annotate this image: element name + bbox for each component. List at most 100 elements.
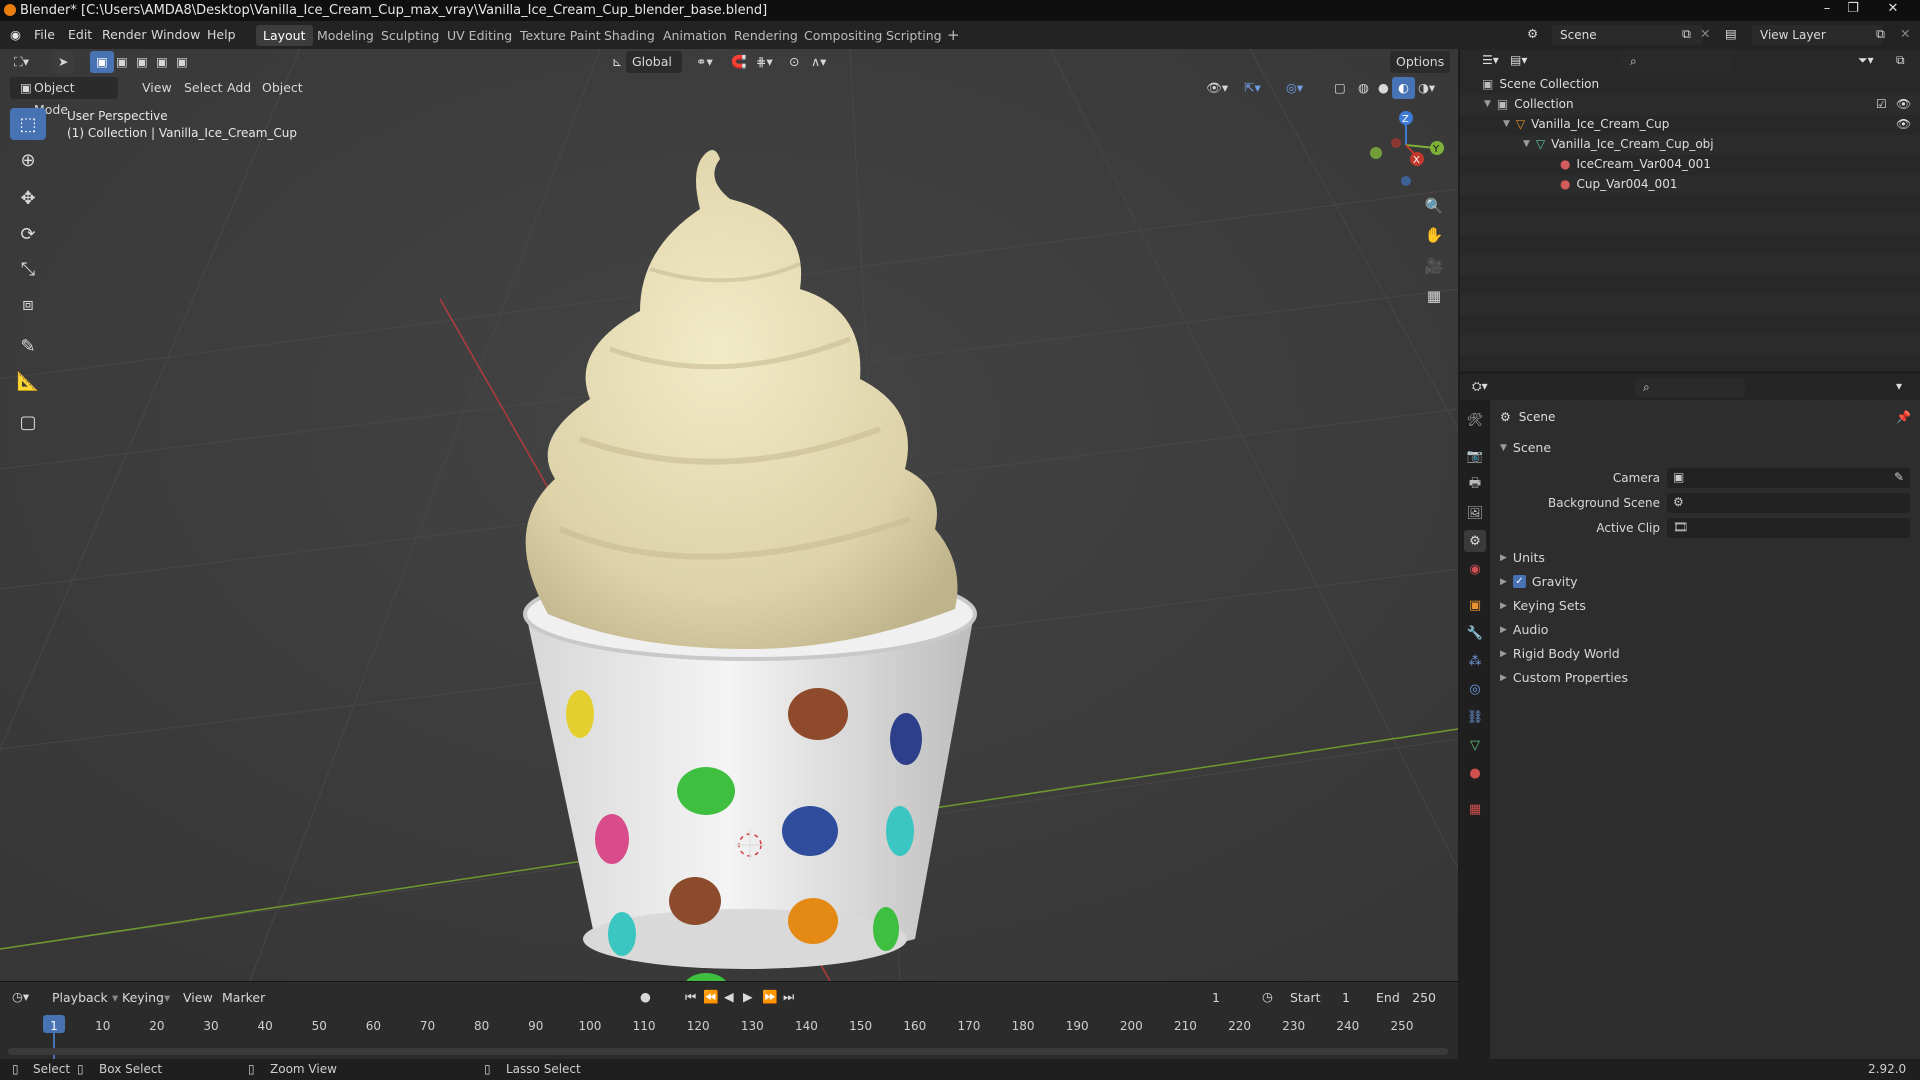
expand-arrow-icon[interactable]: ▼ xyxy=(1523,139,1530,149)
panel-keying-sets[interactable]: ▶ Keying Sets xyxy=(1500,598,1586,613)
menu-add[interactable]: Add xyxy=(221,77,257,99)
ortho-toggle-icon[interactable]: ▦ xyxy=(1420,282,1448,310)
tab-data-icon[interactable]: ▽ xyxy=(1464,734,1486,756)
blender-menu-icon[interactable]: ◉ xyxy=(10,27,21,42)
tab-texture-paint[interactable]: Texture Paint xyxy=(513,25,608,46)
tab-material-icon[interactable]: ● xyxy=(1464,762,1486,784)
menu-render[interactable]: Render xyxy=(102,27,147,42)
remove-view-layer-icon[interactable]: ✕ xyxy=(1900,26,1910,41)
scene-field[interactable]: Scene xyxy=(1552,25,1702,45)
tab-tool-icon[interactable]: 🛠 xyxy=(1464,409,1486,431)
object-visibility-eye-icon[interactable]: 👁 xyxy=(1896,117,1911,131)
view-layer-field[interactable]: View Layer xyxy=(1752,25,1882,45)
panel-units[interactable]: ▶ Units xyxy=(1500,550,1545,565)
camera-view-icon[interactable]: 🎥 xyxy=(1420,252,1448,280)
proportional-edit-icon[interactable]: ⊙ xyxy=(783,51,805,73)
expand-arrow-icon[interactable]: ▶ xyxy=(1500,601,1507,611)
panel-custom-properties[interactable]: ▶ Custom Properties xyxy=(1500,670,1628,685)
tab-particles-icon[interactable]: ⁂ xyxy=(1464,650,1486,672)
new-scene-icon[interactable]: ⧉ xyxy=(1682,26,1691,42)
new-collection-icon[interactable]: ⧉ xyxy=(1896,53,1905,68)
close-window-button[interactable]: ✕ xyxy=(1880,0,1906,18)
remove-scene-icon[interactable]: ✕ xyxy=(1700,26,1710,41)
xray-toggle-icon[interactable]: ▢ xyxy=(1328,77,1352,99)
properties-editor-icon[interactable]: ⛭▾ xyxy=(1472,379,1488,394)
move-tool-icon[interactable]: ✥ xyxy=(10,182,46,214)
add-cube-tool-icon[interactable]: ▢ xyxy=(10,406,46,438)
menu-object[interactable]: Object xyxy=(256,77,309,99)
menu-view[interactable]: View xyxy=(136,77,178,99)
outliner-scene-collection[interactable]: ▣ Scene Collection xyxy=(1482,77,1599,91)
new-view-layer-icon[interactable]: ⧉ xyxy=(1876,26,1885,42)
filter-icon[interactable]: ⏷▾ xyxy=(1858,53,1874,68)
timeline-scrollbar[interactable] xyxy=(8,1048,1448,1055)
outliner-mesh[interactable]: ▼ ▽ Vanilla_Ice_Cream_Cup_obj xyxy=(1523,137,1714,151)
panel-rigid-body-world[interactable]: ▶ Rigid Body World xyxy=(1500,646,1620,661)
navigation-gizmo[interactable]: Z Y X xyxy=(1360,105,1460,195)
transform-tool-icon[interactable]: ⧈ xyxy=(10,288,46,320)
visibility-icon[interactable]: 👁▾ xyxy=(1200,77,1234,99)
collection-visibility-eye-icon[interactable]: 👁 xyxy=(1896,97,1911,111)
editor-type-icon[interactable]: ⛶▾ xyxy=(8,51,35,73)
zoom-icon[interactable]: 🔍 xyxy=(1420,192,1448,220)
options-dropdown[interactable]: Options xyxy=(1390,51,1451,73)
outliner-material[interactable]: ● Cup_Var004_001 xyxy=(1560,177,1677,191)
tab-animation[interactable]: Animation xyxy=(656,25,734,46)
menu-edit[interactable]: Edit xyxy=(68,27,92,42)
end-frame-field[interactable]: End 250 xyxy=(1370,987,1444,1009)
scene-icon[interactable]: ⚙ xyxy=(1527,26,1538,41)
tab-sculpting[interactable]: Sculpting xyxy=(374,25,446,46)
jump-keyframe-back-icon[interactable]: ⏪ xyxy=(703,989,719,1005)
annotate-tool-icon[interactable]: ✎ xyxy=(10,330,46,362)
menu-marker[interactable]: Marker xyxy=(222,990,265,1005)
tab-modifiers-icon[interactable]: 🔧 xyxy=(1464,622,1486,644)
outliner-display-mode-icon[interactable]: ▤▾ xyxy=(1510,53,1527,67)
panel-audio[interactable]: ▶ Audio xyxy=(1500,622,1548,637)
scale-tool-icon[interactable]: ⤡ xyxy=(10,253,46,285)
tab-modeling[interactable]: Modeling xyxy=(310,25,381,46)
rotate-tool-icon[interactable]: ⟳ xyxy=(10,218,46,250)
eyedropper-icon[interactable]: ✎ xyxy=(1894,470,1904,484)
current-frame-field[interactable]: 1 xyxy=(1180,987,1252,1009)
active-clip-field[interactable]: 🎞 xyxy=(1667,518,1910,538)
expand-arrow-icon[interactable]: ▼ xyxy=(1503,119,1510,129)
tab-object-icon[interactable]: ▣ xyxy=(1464,594,1486,616)
jump-start-icon[interactable]: ⏮ xyxy=(685,989,696,1005)
start-frame-field[interactable]: Start 1 xyxy=(1284,987,1358,1009)
tab-shading[interactable]: Shading xyxy=(597,25,662,46)
properties-search-input[interactable]: ⌕ xyxy=(1635,377,1745,397)
menu-help[interactable]: Help xyxy=(207,27,236,42)
outliner-collection[interactable]: ▼ ▣ Collection xyxy=(1484,97,1574,111)
expand-arrow-icon[interactable]: ▶ xyxy=(1500,625,1507,635)
expand-arrow-icon[interactable]: ▶ xyxy=(1500,673,1507,683)
transform-orientation-dropdown[interactable]: Global xyxy=(626,51,682,73)
snap-icon[interactable]: 🧲 xyxy=(725,51,753,73)
tab-scene-icon[interactable]: ⚙ xyxy=(1464,530,1486,552)
snap-target-icon[interactable]: ⋕▾ xyxy=(750,51,779,73)
3d-viewport[interactable] xyxy=(0,49,1458,981)
add-workspace-icon[interactable]: + xyxy=(940,25,967,46)
gravity-checkbox[interactable]: ✓ xyxy=(1512,575,1526,588)
menu-keying[interactable]: Keying xyxy=(122,990,164,1005)
maximize-button[interactable]: ❐ xyxy=(1840,0,1866,18)
play-reverse-icon[interactable]: ◀ xyxy=(724,989,734,1004)
view-layer-icon[interactable]: ▤ xyxy=(1725,26,1737,41)
tab-texture-icon[interactable]: ▦ xyxy=(1464,798,1486,820)
jump-keyframe-forward-icon[interactable]: ⏩ xyxy=(762,989,778,1005)
menu-file[interactable]: File xyxy=(34,27,55,42)
menu-playback[interactable]: Playback xyxy=(52,990,108,1005)
cursor-tool-icon[interactable]: ⊕ xyxy=(10,144,46,176)
tab-constraints-icon[interactable]: ⛓ xyxy=(1464,706,1486,728)
overlay-toggle-icon[interactable]: ◎▾ xyxy=(1280,77,1309,99)
play-icon[interactable]: ▶ xyxy=(743,989,753,1004)
expand-arrow-icon[interactable]: ▶ xyxy=(1500,649,1507,659)
auto-keying-icon[interactable]: ● xyxy=(640,989,651,1004)
tab-world-icon[interactable]: ◉ xyxy=(1464,558,1486,580)
background-scene-field[interactable]: ⚙ xyxy=(1667,493,1910,513)
tab-physics-icon[interactable]: ◎ xyxy=(1464,678,1486,700)
camera-field[interactable]: ▣ ✎ xyxy=(1667,468,1910,488)
minimize-button[interactable]: – xyxy=(1814,0,1840,18)
select-tool-icon[interactable]: ➤ xyxy=(52,51,75,73)
tab-compositing[interactable]: Compositing xyxy=(797,25,889,46)
pivot-point-icon[interactable]: ⚭▾ xyxy=(690,51,719,73)
